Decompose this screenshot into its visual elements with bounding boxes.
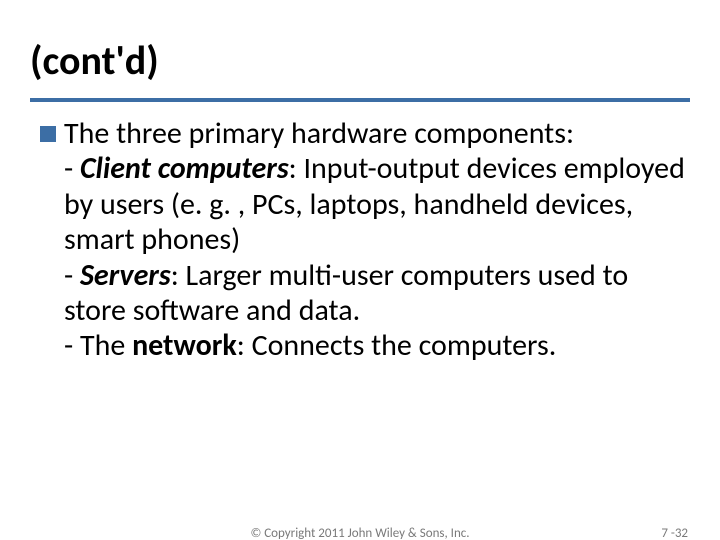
body-text: The three primary hardware components: -… [40,116,690,364]
lead-text: The three primary hardware components: [64,115,574,152]
item-prefix: - [64,257,80,294]
copyright-text: © Copyright 2011 John Wiley & Sons, Inc. [0,526,720,540]
item-rest: : Connects the computers. [237,327,557,364]
item-prefix: - The [64,327,132,364]
bullet-item: The three primary hardware components: -… [40,116,690,364]
item-prefix: - [64,150,80,187]
slide-title: (cont'd) [30,36,159,85]
item-term: Servers [80,257,171,294]
square-bullet-icon [40,126,56,142]
title-divider [30,98,690,102]
bullet-content: The three primary hardware components: -… [64,116,690,364]
item-term: network [132,327,237,364]
item-term: Client computers [80,150,289,187]
page-number: 7 -32 [661,526,688,540]
